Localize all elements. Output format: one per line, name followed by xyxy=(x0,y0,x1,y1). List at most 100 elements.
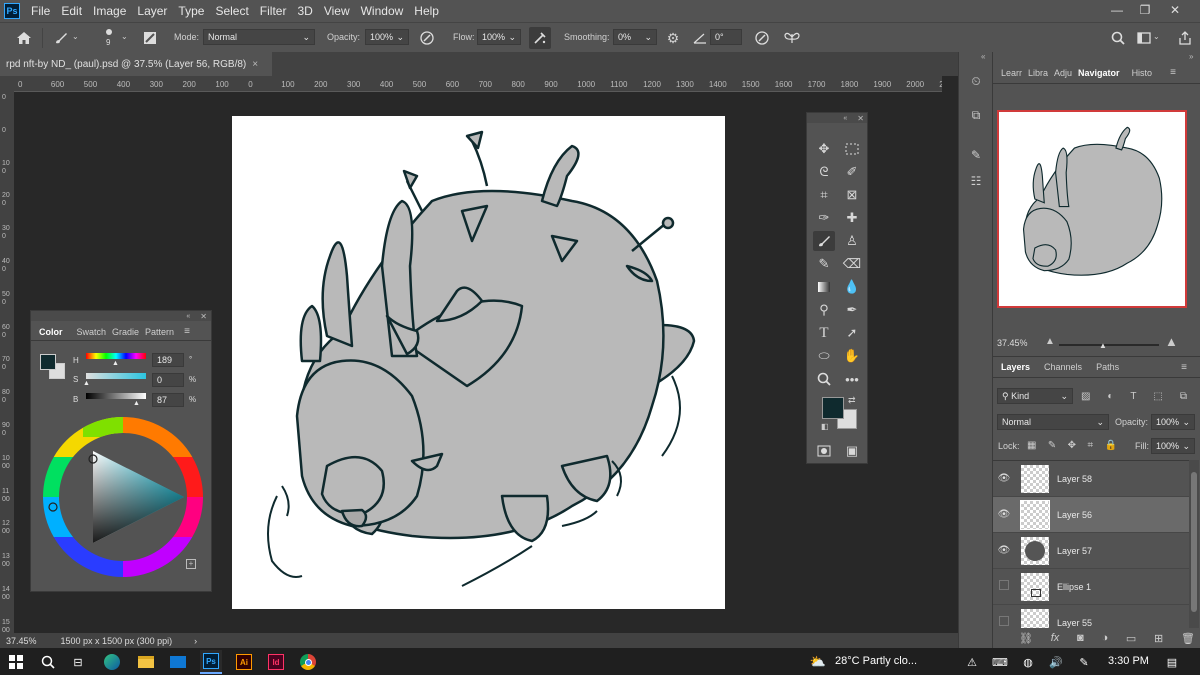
photoshop-logo-icon[interactable]: Ps xyxy=(4,3,20,19)
mode-select[interactable]: Normal ⌄ xyxy=(203,29,315,45)
navigator-zoom-value[interactable]: 37.45% xyxy=(997,338,1028,348)
eye-icon[interactable]: 👁 xyxy=(993,545,1015,556)
crop-tool-icon[interactable]: ⌗ xyxy=(813,185,835,205)
gear-icon[interactable]: ⚙ xyxy=(664,29,682,47)
layer-row[interactable]: 👁 Layer 57 xyxy=(993,533,1189,569)
fx-icon[interactable]: fx xyxy=(1051,632,1060,644)
add-icon[interactable]: + xyxy=(186,559,196,569)
chrome-icon[interactable] xyxy=(298,652,318,672)
more-tools-icon[interactable]: ••• xyxy=(841,369,863,389)
history-panel-icon[interactable]: ⏲ xyxy=(966,72,986,90)
panel-header[interactable]: « ✕ xyxy=(807,113,867,123)
slider-thumb-icon[interactable]: ▲ xyxy=(1099,341,1107,350)
tab-layers[interactable]: Layers xyxy=(1001,362,1030,372)
type-filter-icon[interactable]: T xyxy=(1130,391,1136,402)
saturation-field[interactable]: 0 xyxy=(152,373,184,387)
panel-menu-icon[interactable]: ≡ xyxy=(184,326,190,337)
visibility-toggle[interactable] xyxy=(993,616,1015,628)
new-group-icon[interactable]: ▭ xyxy=(1126,632,1136,645)
lock-artboard-icon[interactable]: ⌗ xyxy=(1087,440,1093,451)
panel-menu-icon[interactable]: ≡ xyxy=(1181,362,1187,373)
adjustments-panel-icon[interactable]: ☷ xyxy=(966,172,986,190)
foreground-color-swatch[interactable] xyxy=(822,397,844,419)
zoom-slider[interactable] xyxy=(1059,344,1159,346)
menu-help[interactable]: Help xyxy=(414,4,439,18)
lock-image-icon[interactable]: ✎ xyxy=(1048,440,1056,451)
input-method-icon[interactable]: ⌨ xyxy=(990,652,1010,672)
quick-mask-icon[interactable] xyxy=(813,441,835,461)
hand-tool-icon[interactable]: ✋ xyxy=(841,346,863,366)
brush-tool-icon[interactable] xyxy=(813,231,835,251)
layer-row[interactable]: Layer 55 xyxy=(993,605,1189,628)
history-brush-tool-icon[interactable]: ✎ xyxy=(813,254,835,274)
color-wheel[interactable] xyxy=(43,417,203,577)
menu-layer[interactable]: Layer xyxy=(137,4,167,18)
swap-colors-icon[interactable]: ⇄ xyxy=(848,395,856,406)
navigator-preview[interactable] xyxy=(997,110,1187,308)
close-icon[interactable]: ✕ xyxy=(200,312,207,321)
scrollbar-thumb[interactable] xyxy=(1191,472,1197,612)
move-tool-icon[interactable]: ✥ xyxy=(813,139,835,159)
clone-stamp-tool-icon[interactable]: ♙ xyxy=(841,231,863,251)
eye-icon[interactable]: 👁 xyxy=(993,509,1015,520)
slider-thumb-icon[interactable]: ▲ xyxy=(112,360,119,367)
fill-field[interactable]: 100% ⌄ xyxy=(1151,438,1195,454)
tab-paths[interactable]: Paths xyxy=(1096,362,1119,372)
lock-position-icon[interactable]: ✥ xyxy=(1068,440,1076,451)
angle-field[interactable]: 0° xyxy=(710,29,742,45)
new-layer-icon[interactable]: ⊞ xyxy=(1154,632,1163,645)
slider-thumb-icon[interactable]: ▲ xyxy=(83,380,90,387)
brushes-panel-icon[interactable]: ✎ xyxy=(966,146,986,164)
zoom-in-icon[interactable]: ▲ xyxy=(1165,334,1178,349)
adjustment-filter-icon[interactable]: ◐ xyxy=(1107,391,1113,402)
windows-start-icon[interactable] xyxy=(6,652,26,672)
share-icon[interactable] xyxy=(1176,29,1194,47)
blur-tool-icon[interactable]: 💧 xyxy=(841,277,863,297)
flow-field[interactable]: 100% ⌄ xyxy=(477,29,521,45)
restore-button[interactable]: ❐ xyxy=(1134,0,1156,20)
link-layers-icon[interactable]: ⛓ xyxy=(1019,632,1033,645)
marquee-tool-icon[interactable] xyxy=(841,139,863,159)
eyedropper-tool-icon[interactable]: ✑ xyxy=(813,208,835,228)
security-icon[interactable]: ⚠ xyxy=(962,652,982,672)
document-tab[interactable]: rpd nft-by ND_ (paul).psd @ 37.5% (Layer… xyxy=(0,52,272,76)
collapse-icon[interactable]: « xyxy=(981,52,985,61)
file-explorer-icon[interactable] xyxy=(136,652,156,672)
chevron-down-icon[interactable]: ⌄ xyxy=(121,32,128,41)
layer-filter-select[interactable]: ⚲ Kind ⌄ xyxy=(997,388,1073,404)
clock[interactable]: 3:30 PM xyxy=(1108,655,1149,667)
layers-scrollbar[interactable] xyxy=(1189,460,1199,628)
screen-mode-icon[interactable]: ▣ xyxy=(841,441,863,461)
pen-tool-icon[interactable]: ✒ xyxy=(841,300,863,320)
healing-brush-tool-icon[interactable]: ✚ xyxy=(841,208,863,228)
pressure-opacity-icon[interactable] xyxy=(418,29,436,47)
tab-channels[interactable]: Channels xyxy=(1044,362,1082,372)
saturation-slider[interactable] xyxy=(86,373,146,379)
collapse-icon[interactable]: » xyxy=(1189,52,1193,61)
gradient-tool-icon[interactable] xyxy=(813,277,835,297)
dodge-tool-icon[interactable]: ⚲ xyxy=(813,300,835,320)
pressure-size-icon[interactable] xyxy=(753,29,771,47)
weather-icon[interactable]: ⛅ xyxy=(808,652,828,672)
frame-tool-icon[interactable]: ⊠ xyxy=(841,185,863,205)
zoom-out-icon[interactable]: ▲ xyxy=(1045,336,1055,347)
ellipse-tool-icon[interactable]: ⬭ xyxy=(813,346,835,366)
symmetry-butterfly-icon[interactable] xyxy=(783,29,801,47)
close-icon[interactable]: × xyxy=(252,59,258,70)
menu-window[interactable]: Window xyxy=(361,4,404,18)
tab-adjustments[interactable]: Adju xyxy=(1054,68,1072,78)
menu-image[interactable]: Image xyxy=(93,4,126,18)
add-mask-icon[interactable]: ◙ xyxy=(1077,632,1084,644)
menu-select[interactable]: Select xyxy=(215,4,248,18)
horizontal-ruler[interactable]: 0 600 500 400 300 200 100 0 100 200 300 400 500 600 70… xyxy=(14,76,942,92)
menu-3d[interactable]: 3D xyxy=(297,4,312,18)
airbrush-icon[interactable] xyxy=(529,27,551,49)
menu-view[interactable]: View xyxy=(324,4,350,18)
vertical-ruler[interactable]: 0 0 100 200 300 400 500 600 700 800 900 1000 1100 120… xyxy=(0,92,14,633)
workspace-icon[interactable] xyxy=(1135,29,1153,47)
close-button[interactable]: ✕ xyxy=(1164,0,1186,20)
layer-row[interactable]: Ellipse 1 xyxy=(993,569,1189,605)
menu-type[interactable]: Type xyxy=(178,4,204,18)
close-icon[interactable]: ✕ xyxy=(857,114,864,123)
notifications-icon[interactable]: ▤ xyxy=(1162,652,1182,672)
